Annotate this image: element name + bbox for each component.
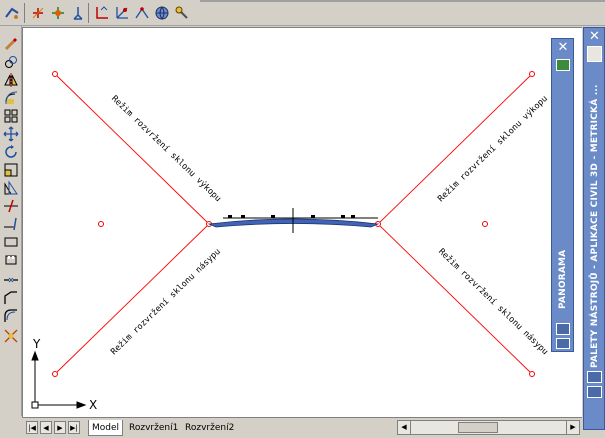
toolbar-separator [24, 3, 25, 23]
drawing-svg [31, 71, 535, 409]
rotate-icon[interactable] [1, 142, 21, 162]
join-icon[interactable] [1, 270, 21, 290]
zoom-pan-icon[interactable] [172, 3, 192, 23]
extend-icon[interactable] [1, 214, 21, 234]
panorama-thumbnail-icon[interactable] [556, 59, 570, 71]
properties-icon[interactable] [2, 3, 22, 23]
tool-palette-menu-icon[interactable] [587, 46, 602, 62]
tool-palette-close-icon[interactable]: ✕ [587, 30, 602, 44]
break-icon[interactable] [1, 232, 21, 252]
scroll-thumb[interactable] [458, 422, 498, 433]
chamfer-icon[interactable] [1, 288, 21, 308]
snap-endpoint-icon[interactable] [28, 3, 48, 23]
stretch-icon[interactable] [1, 178, 21, 198]
explode-icon[interactable] [1, 326, 21, 346]
panorama-palette[interactable]: ✕ PANORAMA [551, 38, 574, 352]
panorama-title: PANORAMA [558, 249, 568, 309]
grip-mid-left[interactable] [98, 221, 104, 227]
globe-icon[interactable] [152, 3, 172, 23]
toolbar-separator [88, 3, 89, 23]
grip-top-right[interactable] [529, 71, 535, 77]
panorama-autohide-icon[interactable] [556, 323, 570, 335]
panorama-title-wrap: PANORAMA [556, 179, 570, 309]
grip-bottom-right[interactable] [529, 371, 535, 377]
top-toolbar [0, 0, 605, 26]
fill-slope-left [54, 223, 210, 375]
scale-icon[interactable] [1, 160, 21, 180]
autocad-window: Režim rozvržení sklonu výkopu Režim rozv… [0, 0, 605, 438]
modify-toolbar [0, 26, 22, 416]
tool-palette-title-wrap: PALETY NÁSTROJŮ - APLIKACE CIVIL 3D - ME… [588, 68, 602, 368]
cut-slope-right [377, 73, 533, 225]
tool-palette-title: PALETY NÁSTROJŮ - APLIKACE CIVIL 3D - ME… [590, 84, 600, 368]
tab-model[interactable]: Model [88, 420, 124, 436]
drawing-canvas[interactable]: Režim rozvržení sklonu výkopu Režim rozv… [22, 27, 582, 417]
road-assembly[interactable] [207, 208, 380, 233]
tool-palette-strip[interactable]: ✕ PALETY NÁSTROJŮ - APLIKACE CIVIL 3D - … [582, 27, 605, 430]
ucs-origin-icon[interactable] [112, 3, 132, 23]
ucs-3point-icon[interactable] [132, 3, 152, 23]
tab-rozvrzeni1[interactable]: Rozvržení1 [126, 420, 181, 436]
tab-next-icon[interactable]: ▶ [54, 421, 66, 434]
scroll-left-icon[interactable]: ◀ [398, 421, 411, 434]
ucs-icon-axes [31, 350, 87, 409]
panorama-properties-icon[interactable] [556, 338, 570, 349]
toolbar-edge [200, 0, 605, 2]
ucs-y-label: Y [33, 337, 41, 351]
array-icon[interactable] [1, 106, 21, 126]
layout-tab-bar: |◀ ◀ ▶ ▶| Model Rozvržení1 Rozvržení2 ◀ … [22, 417, 582, 438]
trim-icon[interactable] [1, 196, 21, 216]
mirror-icon[interactable] [1, 70, 21, 90]
erase-icon[interactable] [1, 34, 21, 54]
move-icon[interactable] [1, 124, 21, 144]
fillet-icon[interactable] [1, 306, 21, 326]
tool-palette-autohide-icon[interactable] [587, 371, 602, 383]
tab-first-icon[interactable]: |◀ [26, 421, 38, 434]
grip-bottom-left[interactable] [52, 371, 58, 377]
horizontal-scrollbar[interactable]: ◀ ▶ [397, 420, 580, 435]
cut-slope-left [54, 73, 210, 225]
break-at-point-icon[interactable] [1, 250, 21, 270]
grip-mid-right[interactable] [482, 221, 488, 227]
grip-top-left[interactable] [52, 71, 58, 77]
offset-icon[interactable] [1, 88, 21, 108]
tab-rozvrzeni2[interactable]: Rozvržení2 [182, 420, 237, 436]
tool-palette-properties-icon[interactable] [587, 386, 602, 398]
ucs-icon[interactable] [92, 3, 112, 23]
fill-slope-right [377, 223, 533, 375]
tab-prev-icon[interactable]: ◀ [40, 421, 52, 434]
tool-palette[interactable]: ✕ PALETY NÁSTROJŮ - APLIKACE CIVIL 3D - … [583, 27, 605, 430]
snap-midpoint-icon[interactable] [48, 3, 68, 23]
tab-last-icon[interactable]: ▶| [68, 421, 80, 434]
ucs-x-label: X [89, 398, 98, 412]
panorama-close-icon[interactable]: ✕ [556, 41, 570, 55]
scroll-right-icon[interactable]: ▶ [566, 421, 579, 434]
copy-icon[interactable] [1, 52, 21, 72]
snap-node-icon[interactable] [68, 3, 88, 23]
